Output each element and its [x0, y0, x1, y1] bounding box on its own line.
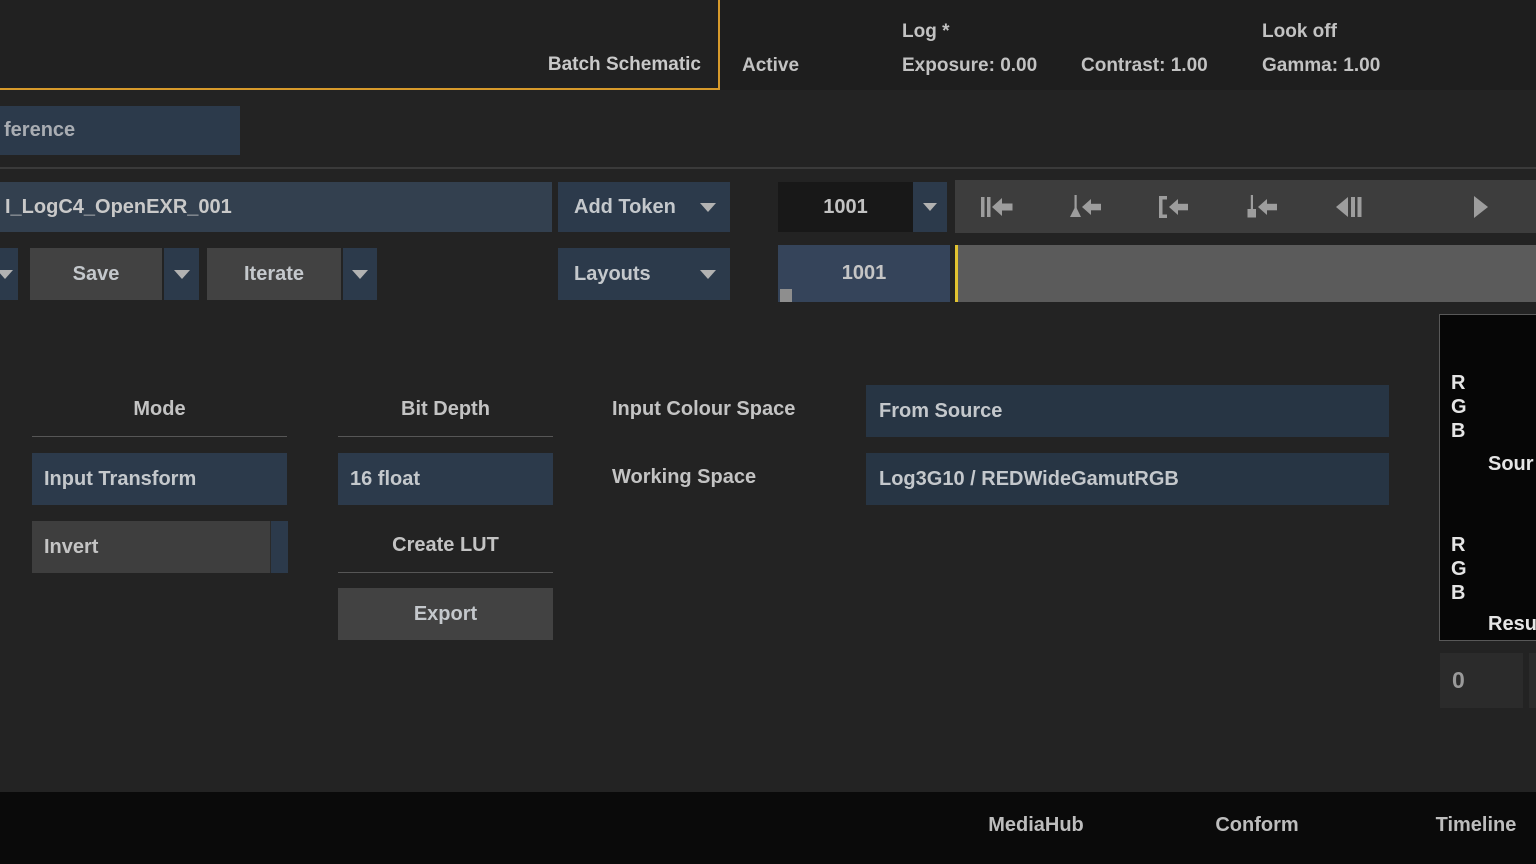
clipped-dropdown-button[interactable]	[0, 248, 18, 300]
frame-dropdown-button[interactable]	[913, 182, 947, 232]
working-space-value: Log3G10 / REDWideGamutRGB	[879, 468, 1179, 491]
result-channel-b: B	[1451, 581, 1467, 605]
toolbar-divider	[0, 167, 1536, 169]
chevron-down-icon	[0, 270, 13, 279]
frame-number-field[interactable]: 1001	[778, 182, 913, 232]
look-status-label[interactable]: Look off	[1262, 21, 1337, 43]
frame-number-value: 1001	[823, 196, 868, 219]
app-window: Batch Schematic Active Log * Exposure: 0…	[0, 0, 1536, 864]
result-channel-g: G	[1451, 557, 1467, 581]
save-button[interactable]: Save	[30, 248, 162, 300]
transport-bar	[955, 180, 1536, 233]
source-channel-g: G	[1451, 395, 1467, 419]
result-channel-r: R	[1451, 533, 1467, 557]
timeline-track[interactable]	[958, 245, 1536, 302]
chevron-down-icon	[700, 270, 716, 279]
step-back-icon[interactable]	[1334, 193, 1368, 221]
chevron-down-icon	[923, 203, 937, 211]
gamma-value-label[interactable]: Gamma: 1.00	[1262, 55, 1380, 77]
create-lut-section-label: Create LUT	[338, 534, 553, 557]
reference-button-label: ference	[4, 119, 75, 142]
view-log-label[interactable]: Log *	[902, 21, 950, 43]
working-space-dropdown[interactable]: Log3G10 / REDWideGamutRGB	[866, 453, 1389, 505]
bit-depth-section-divider	[338, 436, 553, 437]
frame-tab[interactable]: 1001	[778, 245, 950, 302]
bit-depth-value: 16 float	[350, 468, 420, 491]
save-options-dropdown[interactable]	[164, 248, 199, 300]
previous-keyframe-icon[interactable]	[1069, 193, 1103, 221]
add-token-dropdown[interactable]: Add Token	[558, 182, 730, 232]
tab-batch-schematic-label: Batch Schematic	[548, 54, 701, 76]
input-colour-space-label: Input Colour Space	[612, 398, 795, 421]
frame-tab-label: 1001	[842, 262, 887, 285]
tab-grip[interactable]	[780, 289, 792, 302]
add-token-label: Add Token	[574, 196, 676, 219]
chevron-down-icon	[352, 270, 368, 279]
source-channel-b: B	[1451, 419, 1467, 443]
bit-depth-dropdown[interactable]: 16 float	[338, 453, 553, 505]
tab-mediahub[interactable]: MediaHub	[966, 814, 1106, 837]
active-status-label[interactable]: Active	[742, 55, 799, 77]
result-node-label: Resu	[1488, 613, 1536, 636]
clip-name-input[interactable]: I_LogC4_OpenEXR_001	[0, 182, 552, 232]
tab-timeline[interactable]: Timeline	[1406, 814, 1536, 837]
save-button-label: Save	[73, 263, 120, 286]
create-lut-section-divider	[338, 572, 553, 573]
counter-value: 0	[1452, 667, 1465, 694]
exposure-value-label[interactable]: Exposure: 0.00	[902, 55, 1037, 77]
go-to-in-mark-icon[interactable]	[1156, 193, 1190, 221]
reference-button[interactable]: ference	[0, 106, 240, 155]
viewer-node-panel[interactable]: R G B Sour R G B Resu	[1439, 314, 1536, 641]
source-channel-r: R	[1451, 371, 1467, 395]
export-button[interactable]: Export	[338, 588, 553, 640]
input-colour-space-value: From Source	[879, 400, 1002, 423]
invert-toggle-label: Invert	[44, 536, 98, 559]
layouts-dropdown[interactable]: Layouts	[558, 248, 730, 300]
layouts-label: Layouts	[574, 263, 651, 286]
tab-conform[interactable]: Conform	[1187, 814, 1327, 837]
chevron-down-icon	[700, 203, 716, 212]
mode-section-label: Mode	[32, 398, 287, 421]
export-button-label: Export	[414, 603, 477, 626]
iterate-button-label: Iterate	[244, 263, 304, 286]
clip-name-text: I_LogC4_OpenEXR_001	[5, 196, 232, 219]
play-icon[interactable]	[1464, 193, 1498, 221]
mode-section-divider	[32, 436, 287, 437]
invert-toggle-indicator	[270, 521, 288, 573]
counter-field[interactable]: 0	[1440, 653, 1523, 708]
source-node-label: Sour	[1488, 453, 1534, 476]
iterate-options-dropdown[interactable]	[343, 248, 377, 300]
working-space-label: Working Space	[612, 466, 756, 489]
input-transform-label: Input Transform	[44, 468, 196, 491]
input-transform-button[interactable]: Input Transform	[32, 453, 287, 505]
chevron-down-icon	[174, 270, 190, 279]
input-colour-space-dropdown[interactable]: From Source	[866, 385, 1389, 437]
previous-marker-icon[interactable]	[1245, 193, 1279, 221]
invert-toggle[interactable]: Invert	[32, 521, 288, 573]
bit-depth-section-label: Bit Depth	[338, 398, 553, 421]
contrast-value-label[interactable]: Contrast: 1.00	[1081, 55, 1208, 77]
iterate-button[interactable]: Iterate	[207, 248, 341, 300]
go-to-start-icon[interactable]	[980, 193, 1014, 221]
counter-field-clipped[interactable]	[1529, 653, 1536, 708]
tab-batch-schematic[interactable]: Batch Schematic	[0, 0, 720, 90]
